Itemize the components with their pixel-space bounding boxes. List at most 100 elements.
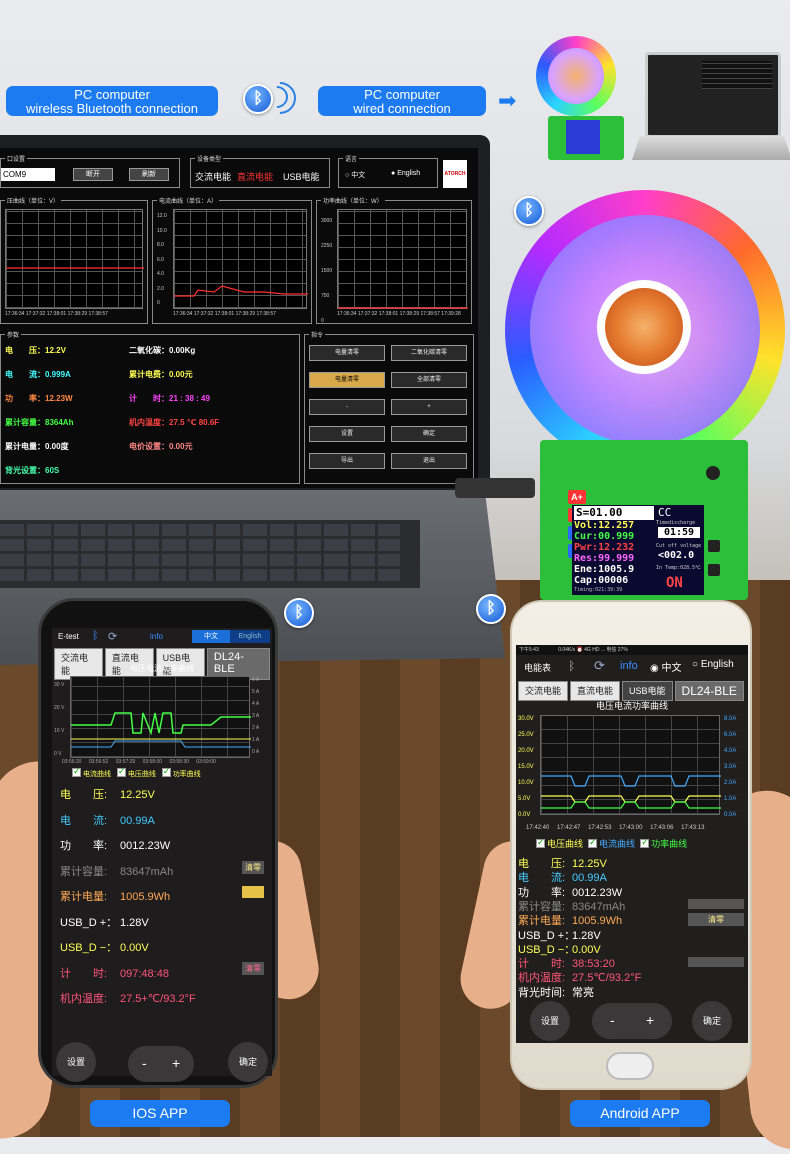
param-row: 累计容量：8364Ah <box>5 417 73 428</box>
lang-en-radio[interactable]: ● English <box>391 170 420 177</box>
lcd-in-temp: In Temp:028.5℃ <box>656 565 701 571</box>
type-dc[interactable]: 直流电能 <box>237 170 273 183</box>
clear-energy-button[interactable]: 清零 <box>688 913 744 926</box>
lcd-timed-label: Timedischarge <box>656 520 696 526</box>
legend-label: 电流曲线 <box>83 771 111 778</box>
y-tick: 20.0V <box>518 748 534 754</box>
language-title: 语言 <box>343 154 360 163</box>
legend-power-checkbox[interactable]: 功率曲线 <box>161 766 201 778</box>
row-value: 0.00V <box>120 942 149 954</box>
app-title: 电能表 <box>524 663 552 673</box>
y-tick: 8.0A <box>724 716 737 722</box>
clear-capacity-button[interactable] <box>688 899 744 909</box>
status-icons: 0.04K/s ⏰ 4G HD ... 电信 27% <box>558 647 628 653</box>
buzzer <box>706 466 720 480</box>
lcd-resistance: Res:99.999 <box>574 553 635 564</box>
y-tick: 10.0 <box>157 227 167 234</box>
x-tick: 17:38:01 <box>378 311 399 317</box>
port-panel: 口设置 COM9 断开 刷新 <box>0 154 180 188</box>
com-port-select[interactable]: COM9 <box>1 168 55 181</box>
type-usb[interactable]: USB电能 <box>283 170 320 183</box>
bluetooth-icon[interactable]: ᛒ <box>568 659 575 673</box>
x-tick: 17:37:32 <box>357 311 378 317</box>
clear-capacity-button[interactable]: 清零 <box>242 861 264 874</box>
row-label: 功 率: <box>60 840 108 852</box>
legend-current-checkbox[interactable]: 电流曲线 <box>72 766 111 778</box>
x-tick: 03:58:30 <box>169 759 189 765</box>
settings-button[interactable]: 设置 <box>56 1042 96 1082</box>
params-panel: 参数 电 压：12.2V 电 流：0.999A 功 率：12.23W 累计容量：836… <box>0 330 300 484</box>
bluetooth-icon[interactable]: ᛒ <box>92 630 99 642</box>
tab-ac[interactable]: 交流电能 <box>518 681 569 701</box>
clear-timer-button[interactable] <box>688 957 744 967</box>
refresh-button[interactable]: 刷新 <box>129 168 169 181</box>
y-tick: 4 A <box>252 701 260 707</box>
param-label: 功 率： <box>5 394 45 403</box>
row-label: 机内温度: <box>60 993 108 1005</box>
param-label: 电 压： <box>5 346 45 355</box>
command-button[interactable]: 电量清零 <box>309 345 385 361</box>
command-button[interactable]: 电量清零 <box>309 372 385 388</box>
clear-energy-button[interactable] <box>242 886 264 898</box>
row-label: USB_D −： <box>60 942 118 954</box>
legend-voltage-checkbox[interactable]: 电压曲线 <box>116 766 156 778</box>
x-tick: 17:42:40 <box>526 825 550 831</box>
lang-cn-radio[interactable]: ○ 中文 <box>345 170 365 180</box>
power-graph <box>337 209 468 309</box>
command-button[interactable]: 导出 <box>309 453 385 469</box>
info-link[interactable]: info <box>620 660 638 672</box>
param-value: 12.23W <box>45 394 73 403</box>
x-tick: 17:36:34 <box>173 311 193 317</box>
command-button[interactable]: 设置 <box>309 426 385 442</box>
y-tick: 30.0V <box>518 716 534 722</box>
refresh-icon[interactable]: ⟳ <box>594 658 605 674</box>
button-down <box>708 564 720 576</box>
param-value: 0.999A <box>45 370 71 379</box>
command-button[interactable]: 退出 <box>391 453 467 469</box>
minus-button[interactable]: - <box>610 1012 615 1028</box>
plus-button[interactable]: + <box>646 1012 654 1028</box>
stepper: - + <box>592 1003 672 1039</box>
disconnect-button[interactable]: 断开 <box>73 168 113 181</box>
command-button[interactable]: 确定 <box>391 426 467 442</box>
param-label: 累计容量： <box>5 418 45 427</box>
refresh-icon[interactable]: ⟳ <box>108 630 117 643</box>
lang-en-label: English <box>397 170 421 177</box>
home-button[interactable] <box>606 1052 654 1080</box>
param-label: 机内温度： <box>129 418 169 427</box>
type-ac[interactable]: 交流电能 <box>195 170 231 183</box>
legend-power-checkbox[interactable]: 功率曲线 <box>640 837 687 849</box>
confirm-button[interactable]: 确定 <box>228 1042 268 1082</box>
x-tick: 17:38:29 <box>235 311 256 317</box>
y-tick: 4.0A <box>724 748 737 754</box>
param-row: 电 压：12.2V <box>5 345 66 356</box>
ios-y-left: 30 V 20 V 10 V0 V <box>54 674 64 766</box>
plus-button[interactable]: + <box>172 1055 180 1071</box>
info-link[interactable]: info <box>150 632 163 641</box>
row-label: 电 压: <box>60 789 108 801</box>
command-button[interactable]: 全部清零 <box>391 372 467 388</box>
lcd-timing: Timing:021:39:39 <box>574 587 623 593</box>
command-button[interactable]: - <box>309 399 385 415</box>
device-lcd: S=01.00 CC Vol:12.257 Cur:00.999 Pwr:12.… <box>572 505 704 595</box>
command-button[interactable]: 二氧化碳清零 <box>391 345 467 361</box>
command-button[interactable]: + <box>391 399 467 415</box>
lang-en-button[interactable]: English <box>230 630 270 643</box>
legend-voltage-checkbox[interactable]: 电压曲线 <box>536 837 583 849</box>
minus-button[interactable]: - <box>142 1055 147 1071</box>
clear-timer-button[interactable]: 清零 <box>242 962 264 975</box>
tab-dc[interactable]: 直流电能 <box>570 681 621 701</box>
lang-cn-button[interactable]: 中文 <box>192 630 230 643</box>
android-app-screen: 下午5:43 0.04K/s ⏰ 4G HD ... 电信 27% 电能表 ᛒ … <box>516 645 748 1043</box>
tab-usb[interactable]: USB电能 <box>622 681 673 701</box>
pc-app-window: 口设置 COM9 断开 刷新 设备类型 交流电能 直流电能 USB电能 语言 ○… <box>0 148 478 488</box>
param-value: 60S <box>45 466 60 475</box>
confirm-button[interactable]: 确定 <box>692 1001 732 1041</box>
lang-cn-radio[interactable]: ◉ 中文 <box>650 659 682 674</box>
legend-current-checkbox[interactable]: 电流曲线 <box>588 837 635 849</box>
tab-dl24-ble[interactable]: DL24-BLE <box>674 681 744 701</box>
lang-en-radio[interactable]: ○ English <box>692 659 734 670</box>
y-tick: 2.0 <box>157 285 164 292</box>
settings-button[interactable]: 设置 <box>530 1001 570 1041</box>
row-value: 0012.23W <box>572 886 623 899</box>
